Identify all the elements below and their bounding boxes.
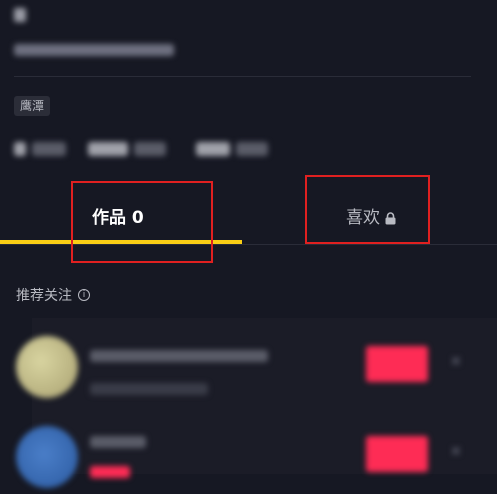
highlight-box-likes (305, 175, 430, 244)
recommend-badge-blurred (90, 466, 130, 478)
header-divider (14, 76, 471, 77)
stat-value-2 (88, 142, 128, 156)
recommend-name-blurred (90, 350, 268, 362)
info-icon[interactable]: i (78, 289, 90, 301)
location-tag: 鹰潭 (14, 96, 51, 116)
avatar[interactable] (16, 336, 78, 398)
stat-label-1 (32, 142, 66, 156)
stat-value-3 (196, 142, 230, 156)
recommend-reason-blurred (90, 383, 208, 395)
recommend-list: ✕ ✕ (16, 318, 497, 488)
stat-label-2 (134, 142, 166, 156)
avatar[interactable] (16, 426, 78, 488)
profile-id-blurred (14, 44, 174, 56)
profile-name-blurred (14, 8, 26, 22)
stat-label-3 (236, 142, 268, 156)
recommend-title: 推荐关注 (16, 288, 72, 304)
highlight-box-works (71, 181, 213, 263)
dismiss-icon[interactable]: ✕ (450, 444, 462, 460)
stat-value-1 (14, 142, 26, 156)
dismiss-icon[interactable]: ✕ (450, 354, 462, 370)
recommend-name-blurred (90, 436, 146, 448)
follow-button[interactable] (366, 436, 428, 472)
recommend-card[interactable]: ✕ (16, 328, 497, 408)
recommend-card[interactable]: ✕ (16, 414, 497, 494)
recommend-header: 推荐关注 i (16, 285, 90, 305)
follow-button[interactable] (366, 346, 428, 382)
